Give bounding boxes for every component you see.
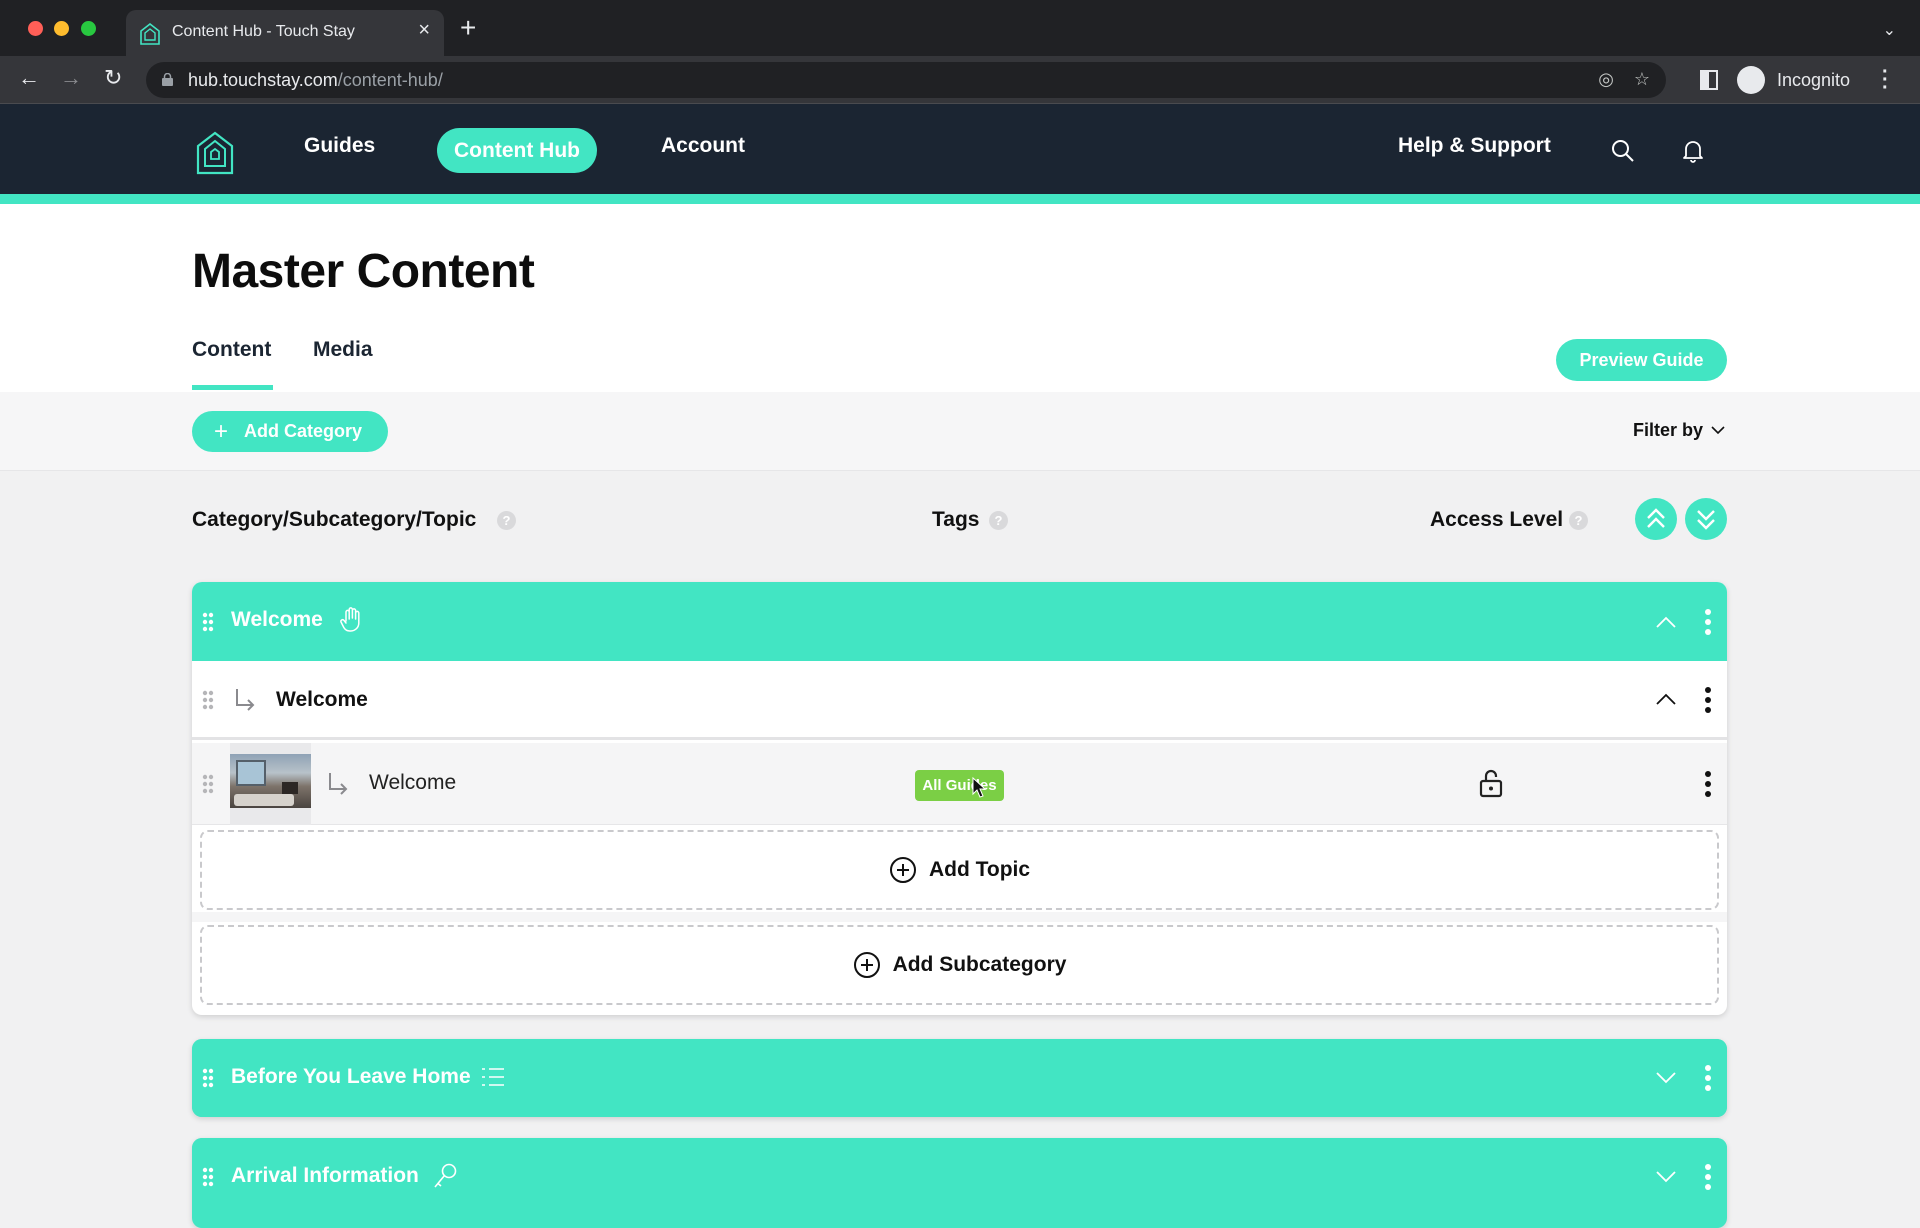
plus-circle-icon	[889, 857, 916, 883]
drag-handle-icon[interactable]	[202, 1068, 214, 1088]
bookmark-star-icon[interactable]: ☆	[1634, 69, 1650, 90]
chevron-down-icon[interactable]	[1655, 1071, 1677, 1085]
category-card: Before You Leave Home	[192, 1039, 1727, 1117]
window-maximize-button[interactable]	[81, 21, 96, 36]
double-chevron-down-icon	[1697, 510, 1715, 530]
tag-badge[interactable]: All Guides	[915, 770, 1004, 801]
more-options-icon[interactable]	[1705, 687, 1711, 713]
page-header: Master Content Content Media Preview Gui…	[0, 204, 1920, 392]
divider	[192, 912, 1727, 922]
plus-circle-icon	[853, 952, 880, 978]
category-header[interactable]: Arrival Information	[192, 1138, 1727, 1216]
category-card: Welcome Welcome Welcome All Guides Add T…	[192, 582, 1727, 1015]
window-close-button[interactable]	[28, 21, 43, 36]
touchstay-favicon-icon	[140, 23, 160, 45]
side-panel-icon[interactable]	[1700, 70, 1718, 90]
tab-search-chevron-icon[interactable]: ⌄	[1883, 20, 1896, 40]
page-title: Master Content	[192, 245, 535, 298]
window-minimize-button[interactable]	[54, 21, 69, 36]
content-toolbar: + Add Category Filter by	[0, 392, 1920, 471]
search-icon[interactable]	[1610, 138, 1636, 164]
chevron-up-icon[interactable]	[1655, 615, 1677, 629]
category-title: Before You Leave Home	[231, 1065, 471, 1088]
subcategory-row[interactable]: Welcome	[192, 661, 1727, 740]
nav-content-hub[interactable]: Content Hub	[437, 128, 597, 173]
new-tab-icon[interactable]: +	[460, 14, 476, 42]
collapse-all-button[interactable]	[1635, 498, 1677, 540]
more-options-icon[interactable]	[1705, 609, 1711, 635]
add-subcategory-button[interactable]: Add Subcategory	[200, 925, 1719, 1005]
help-icon[interactable]: ?	[497, 511, 516, 530]
touchstay-logo-icon[interactable]	[196, 131, 234, 175]
incognito-profile-button[interactable]: Incognito	[1737, 62, 1887, 98]
chevron-down-icon[interactable]	[1710, 422, 1726, 438]
nav-help-support[interactable]: Help & Support	[1398, 134, 1551, 158]
key-icon	[434, 1163, 457, 1188]
more-options-icon[interactable]	[1705, 1065, 1711, 1091]
filter-by-dropdown[interactable]: Filter by	[1633, 420, 1703, 441]
living-room-image	[230, 754, 311, 808]
add-category-label: Add Category	[244, 421, 363, 441]
mouse-cursor-icon	[972, 777, 986, 798]
list-icon	[482, 1068, 504, 1086]
nav-guides[interactable]: Guides	[304, 134, 375, 158]
drag-handle-icon[interactable]	[202, 690, 214, 710]
help-icon[interactable]: ?	[1569, 511, 1588, 530]
reload-icon[interactable]: ↻	[104, 66, 122, 90]
tab-content[interactable]: Content	[192, 338, 271, 362]
unlocked-padlock-icon[interactable]	[1479, 768, 1503, 798]
chevron-up-icon[interactable]	[1655, 692, 1677, 706]
chevron-down-icon[interactable]	[1655, 1170, 1677, 1184]
browser-toolbar: ← → ↻ hub.touchstay.com/content-hub/ ◎ ☆…	[0, 56, 1920, 104]
add-subcategory-label: Add Subcategory	[892, 953, 1067, 976]
drag-handle-icon[interactable]	[202, 1167, 214, 1187]
add-category-button[interactable]: + Add Category	[192, 411, 388, 452]
browser-tab[interactable]: Content Hub - Touch Stay ×	[126, 10, 444, 56]
expand-all-button[interactable]	[1685, 498, 1727, 540]
topic-thumbnail[interactable]	[230, 743, 311, 825]
double-chevron-up-icon	[1647, 508, 1665, 528]
add-topic-button[interactable]: Add Topic	[200, 830, 1719, 910]
category-title: Arrival Information	[231, 1164, 419, 1187]
add-topic-label: Add Topic	[928, 858, 1031, 881]
lock-icon	[162, 73, 173, 86]
column-header-category: Category/Subcategory/Topic	[192, 508, 477, 531]
drag-handle-icon[interactable]	[202, 774, 214, 794]
category-header[interactable]: Welcome	[192, 582, 1727, 661]
tab-close-icon[interactable]: ×	[418, 19, 430, 42]
category-card: Arrival Information	[192, 1138, 1727, 1228]
column-header-access-level: Access Level	[1430, 508, 1564, 531]
address-bar[interactable]: hub.touchstay.com/content-hub/ ◎ ☆	[146, 62, 1666, 98]
help-icon[interactable]: ?	[989, 511, 1008, 530]
plus-icon: +	[214, 418, 229, 445]
active-tab-indicator	[192, 385, 273, 390]
nav-account[interactable]: Account	[661, 134, 745, 158]
subcategory-title: Welcome	[276, 688, 368, 711]
bell-icon[interactable]	[1680, 138, 1706, 164]
hand-icon	[340, 607, 360, 632]
eye-off-icon[interactable]: ◎	[1598, 69, 1614, 90]
topic-title: Welcome	[369, 771, 457, 794]
url-text: hub.touchstay.com/content-hub/	[188, 70, 443, 90]
nested-arrow-icon	[329, 773, 348, 795]
back-arrow-icon[interactable]: ←	[18, 66, 40, 90]
category-title: Welcome	[231, 608, 323, 631]
tab-title: Content Hub - Touch Stay	[172, 23, 355, 40]
nested-arrow-icon	[236, 689, 255, 711]
forward-arrow-icon[interactable]: →	[60, 66, 82, 90]
browser-menu-icon[interactable]: · · ·	[1882, 62, 1889, 98]
preview-guide-button[interactable]: Preview Guide	[1556, 339, 1727, 381]
app-header: Guides Content Hub Account Help & Suppor…	[0, 104, 1920, 194]
more-options-icon[interactable]	[1705, 1164, 1711, 1190]
incognito-icon	[1737, 66, 1765, 94]
tab-media[interactable]: Media	[313, 338, 373, 362]
browser-tab-strip: Content Hub - Touch Stay × + ⌄	[0, 0, 1920, 56]
incognito-label: Incognito	[1777, 70, 1851, 90]
header-accent-stripe	[0, 194, 1920, 204]
column-header-tags: Tags	[932, 508, 980, 531]
more-options-icon[interactable]	[1705, 771, 1711, 797]
topic-row[interactable]: Welcome All Guides	[192, 743, 1727, 825]
category-header[interactable]: Before You Leave Home	[192, 1039, 1727, 1117]
drag-handle-icon[interactable]	[202, 612, 214, 632]
